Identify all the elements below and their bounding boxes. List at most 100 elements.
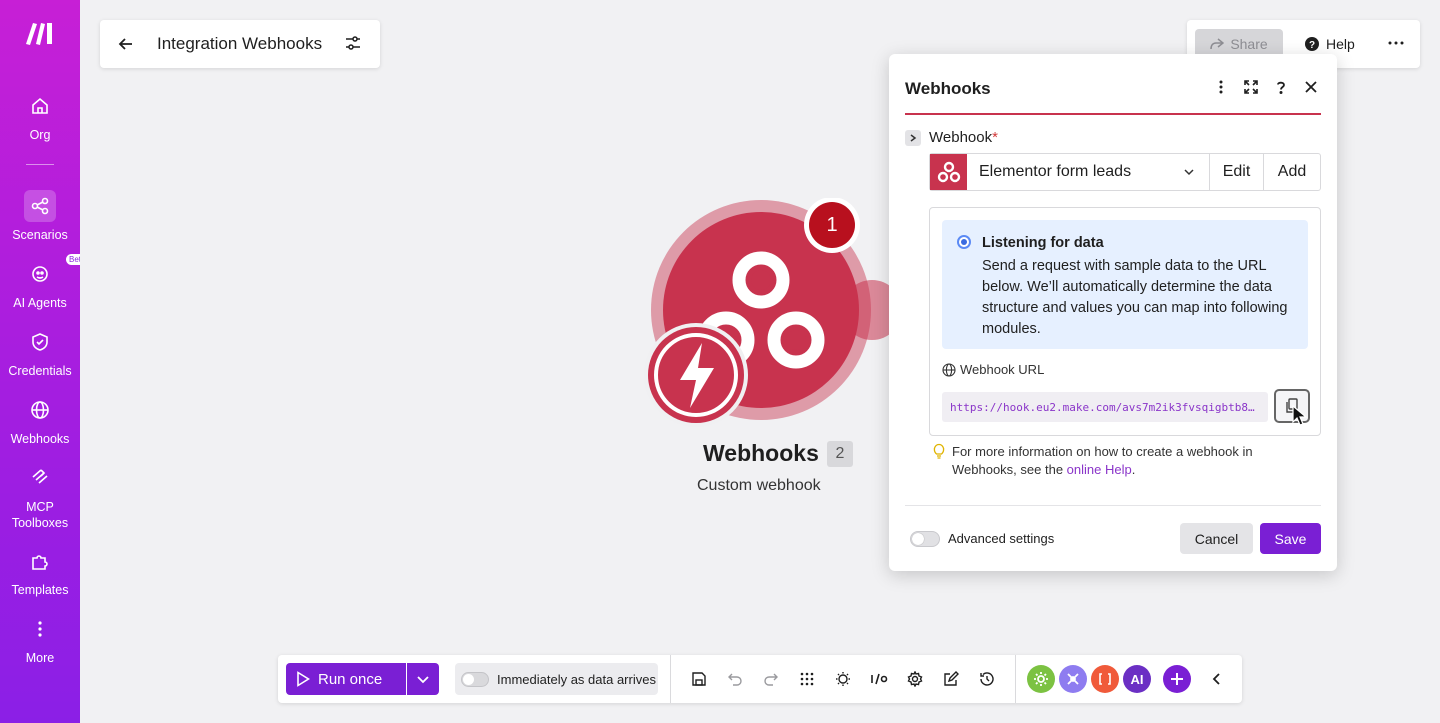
webhook-url-field[interactable]: https://hook.eu2.make.com/avs7m2ik3fvsqi…: [942, 392, 1268, 422]
notes-edit-icon[interactable]: [941, 669, 961, 689]
svg-text:?: ?: [1309, 40, 1315, 51]
dialog-title: Webhooks: [905, 79, 991, 98]
chevron-right-icon[interactable]: [905, 130, 921, 146]
expand-icon[interactable]: [1241, 77, 1261, 97]
shield-check-icon: [24, 326, 56, 358]
save-disk-icon[interactable]: [689, 669, 709, 689]
scenario-title[interactable]: Integration Webhooks: [157, 34, 322, 54]
webhook-logo-icon: [930, 154, 967, 190]
sidebar-item-webhooks[interactable]: Webhooks: [0, 394, 80, 446]
sidebar-item-label: Scenarios: [12, 228, 68, 242]
redo-icon[interactable]: [761, 669, 781, 689]
cancel-button[interactable]: Cancel: [1180, 523, 1253, 554]
webhook-field-label-text: Webhook: [929, 129, 993, 146]
schedule-label: Immediately as data arrives: [497, 671, 656, 687]
schedule-setting[interactable]: Immediately as data arrives: [455, 663, 658, 695]
toolbar-divider: [1015, 655, 1016, 703]
add-app-button[interactable]: [1163, 665, 1191, 693]
sidebar: Org Scenarios Beta AI Agents Credentials…: [0, 0, 89, 723]
gear-icon[interactable]: [905, 669, 925, 689]
listening-radio-icon: [957, 235, 971, 249]
help-label: Help: [1326, 36, 1355, 52]
webhook-select[interactable]: Elementor form leads: [967, 154, 1210, 190]
sidebar-item-label: AI Agents: [13, 296, 67, 310]
sidebar-item-ai-agents[interactable]: Beta AI Agents: [0, 254, 89, 310]
question-icon[interactable]: [1271, 77, 1291, 97]
module-subtitle: Custom webhook: [697, 477, 821, 494]
schedule-toggle[interactable]: [461, 671, 489, 687]
help-hint: For more information on how to create a …: [933, 443, 1313, 479]
module-title: Webhooks: [703, 440, 819, 466]
vertical-dots-icon: [24, 613, 56, 645]
ai-app-badge[interactable]: AI: [1123, 665, 1151, 693]
tools-app-icon[interactable]: [1059, 665, 1087, 693]
gear-app-icon[interactable]: [1027, 665, 1055, 693]
sidebar-item-credentials[interactable]: Credentials: [0, 326, 80, 378]
toolbar-divider: [670, 655, 671, 703]
bundle-count-badge[interactable]: 1: [809, 208, 855, 242]
sidebar-item-scenarios[interactable]: Scenarios: [0, 190, 80, 242]
sidebar-item-label: Toolboxes: [11, 516, 69, 530]
listening-title: Listening for data: [982, 235, 1104, 251]
dialog-footer-divider: [905, 505, 1321, 506]
sidebar-item-templates[interactable]: Templates: [0, 545, 80, 597]
dialog-actions: [1211, 77, 1321, 97]
globe-icon: [24, 394, 56, 426]
webhook-url-label: Webhook URL: [942, 362, 1044, 377]
webhook-module[interactable]: [640, 198, 900, 438]
more-horizontal-icon[interactable]: [1387, 34, 1407, 54]
vertical-dots-icon[interactable]: [1211, 77, 1231, 97]
close-icon[interactable]: [1301, 77, 1321, 97]
webhook-settings-dialog: Webhooks Webhook* Elementor form leads E…: [889, 54, 1337, 571]
run-once-button[interactable]: Run once: [286, 663, 406, 695]
add-webhook-button[interactable]: Add: [1264, 154, 1320, 190]
sidebar-item-label: Org: [29, 128, 51, 142]
sidebar-item-org[interactable]: Org: [0, 90, 80, 142]
play-icon: [297, 671, 310, 687]
sidebar-item-label: Credentials: [8, 364, 72, 378]
listening-info-box: Listening for data Send a request with s…: [942, 220, 1308, 349]
edit-webhook-button[interactable]: Edit: [1210, 154, 1264, 190]
ai-agent-icon: Beta: [24, 254, 89, 290]
sidebar-item-label: MCP: [26, 500, 54, 514]
webhook-select-group: Elementor form leads Edit Add: [929, 153, 1321, 191]
history-icon[interactable]: [977, 669, 997, 689]
make-logo-icon[interactable]: [24, 20, 56, 46]
chevron-left-icon[interactable]: [1207, 669, 1227, 689]
home-icon: [24, 90, 56, 122]
module-id-badge: 2: [827, 441, 853, 467]
flow-control-icon[interactable]: [869, 669, 889, 689]
advanced-settings-toggle[interactable]: [910, 531, 940, 547]
online-help-link[interactable]: online Help: [1067, 462, 1132, 477]
sidebar-item-label: More: [25, 651, 55, 665]
run-options-button[interactable]: [407, 663, 439, 695]
sidebar-item-mcp-toolboxes[interactable]: MCP Toolboxes: [0, 462, 80, 530]
chevron-down-icon: [417, 676, 429, 684]
webhook-field-label: Webhook*: [929, 129, 998, 146]
puzzle-icon: [24, 545, 56, 577]
share-arrow-icon: [1210, 38, 1225, 50]
sidebar-item-more[interactable]: More: [0, 613, 80, 665]
required-mark: *: [992, 129, 998, 146]
dialog-title-underline: [905, 113, 1321, 115]
save-button[interactable]: Save: [1260, 523, 1321, 554]
chevron-down-icon: [1184, 169, 1194, 176]
globe-icon: [942, 362, 956, 377]
json-app-icon[interactable]: [1091, 665, 1119, 693]
share-label: Share: [1230, 36, 1268, 52]
sidebar-divider: [26, 164, 54, 165]
advanced-settings-label: Advanced settings: [948, 531, 1055, 546]
mouse-cursor-icon: [1292, 405, 1308, 426]
sliders-icon[interactable]: [344, 34, 364, 54]
listening-panel: Listening for data Send a request with s…: [929, 207, 1321, 436]
back-arrow-icon[interactable]: [114, 32, 138, 56]
undo-icon[interactable]: [725, 669, 745, 689]
lightbulb-icon[interactable]: [833, 669, 853, 689]
grid-dots-icon[interactable]: [797, 669, 817, 689]
share-nodes-icon: [24, 190, 56, 222]
sidebar-item-label: Webhooks: [10, 432, 70, 446]
webhook-select-value: Elementor form leads: [979, 163, 1132, 180]
scenario-header: Integration Webhooks: [100, 20, 380, 68]
sidebar-item-label: Templates: [11, 583, 69, 597]
listening-text: Send a request with sample data to the U…: [982, 258, 1288, 337]
